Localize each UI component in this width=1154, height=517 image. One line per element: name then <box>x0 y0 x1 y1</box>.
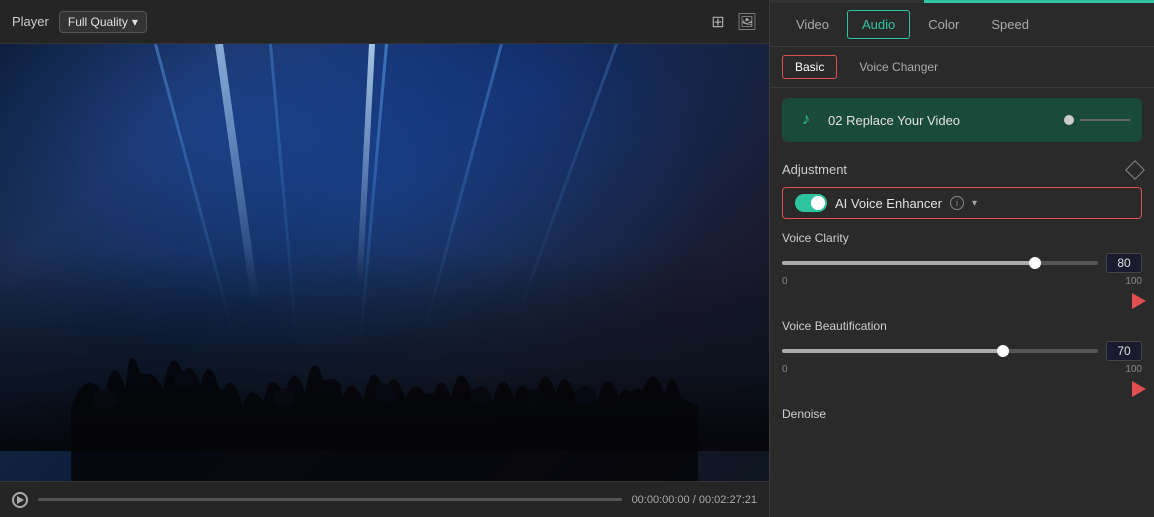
voice-clarity-value[interactable]: 80 <box>1106 253 1142 273</box>
red-arrow-beautification-icon <box>1132 381 1146 397</box>
ai-voice-info-icon[interactable]: i <box>950 196 964 210</box>
voice-clarity-slider-row: 80 <box>782 253 1142 273</box>
voice-beautification-minmax: 0 100 <box>782 364 1142 375</box>
red-arrow-clarity-icon <box>1132 293 1146 309</box>
time-display: 00:00:00:00 / 00:02:27:21 <box>632 494 757 506</box>
music-icon: ♪ <box>794 108 818 132</box>
tab-speed[interactable]: Speed <box>977 11 1043 38</box>
grid-view-icon[interactable]: ⊞ <box>711 12 724 32</box>
voice-clarity-fill <box>782 261 1035 265</box>
crowd-svg <box>0 197 769 481</box>
sub-tab-basic[interactable]: Basic <box>782 55 837 79</box>
ai-voice-chevron[interactable]: ▾ <box>972 198 977 209</box>
quality-chevron: ▾ <box>132 15 138 29</box>
time-separator: / <box>693 494 696 506</box>
track-volume-dot <box>1064 115 1074 125</box>
quality-value: Full Quality <box>68 15 128 29</box>
audio-track-item[interactable]: ♪ 02 Replace Your Video <box>782 98 1142 142</box>
tab-video[interactable]: Video <box>782 11 843 38</box>
ai-voice-toggle[interactable] <box>795 194 827 212</box>
voice-beautification-min: 0 <box>782 364 788 375</box>
player-toolbar: Player Full Quality ▾ ⊞ 🖼 <box>0 0 769 44</box>
play-button[interactable] <box>12 492 28 508</box>
adjustment-title: Adjustment <box>782 162 847 177</box>
top-progress-bg <box>770 0 1154 3</box>
voice-clarity-slider[interactable] <box>782 261 1098 265</box>
player-panel: Player Full Quality ▾ ⊞ 🖼 <box>0 0 769 517</box>
voice-clarity-minmax: 0 100 <box>782 276 1142 287</box>
toolbar-icons: ⊞ 🖼 <box>711 12 757 32</box>
denoise-label: Denoise <box>782 407 826 421</box>
sub-tab-voice-changer[interactable]: Voice Changer <box>847 56 950 78</box>
player-label: Player <box>12 14 49 29</box>
track-name: 02 Replace Your Video <box>828 113 1054 128</box>
voice-beautification-fill <box>782 349 1003 353</box>
tab-audio[interactable]: Audio <box>847 10 910 39</box>
track-volume-control[interactable] <box>1064 115 1130 125</box>
voice-clarity-max: 100 <box>1125 276 1142 287</box>
denoise-section: Denoise <box>770 399 1154 425</box>
voice-beautification-slider[interactable] <box>782 349 1098 353</box>
playback-bar: 00:00:00:00 / 00:02:27:21 <box>0 481 769 517</box>
video-background <box>0 44 769 481</box>
voice-clarity-thumb[interactable] <box>1029 257 1041 269</box>
voice-clarity-min: 0 <box>782 276 788 287</box>
quality-select[interactable]: Full Quality ▾ <box>59 11 147 33</box>
voice-beautification-max: 100 <box>1125 364 1142 375</box>
image-view-icon[interactable]: 🖼 <box>737 12 757 32</box>
voice-beautification-slider-row: 70 <box>782 341 1142 361</box>
right-panel: Video Audio Color Speed Basic Voice Chan… <box>769 0 1154 517</box>
voice-beautification-thumb[interactable] <box>997 345 1009 357</box>
voice-clarity-section: Voice Clarity 80 0 100 <box>770 223 1154 291</box>
main-layout: Player Full Quality ▾ ⊞ 🖼 <box>0 0 1154 517</box>
voice-beautification-label: Voice Beautification <box>782 319 1142 333</box>
tab-bar: Video Audio Color Speed <box>770 3 1154 47</box>
sub-tab-bar: Basic Voice Changer <box>770 47 1154 88</box>
diamond-icon[interactable] <box>1125 160 1145 180</box>
red-arrow-beautification <box>770 381 1154 397</box>
ai-voice-enhancer-row: AI Voice Enhancer i ▾ <box>782 187 1142 219</box>
time-total: 00:02:27:21 <box>699 494 757 506</box>
voice-beautification-value[interactable]: 70 <box>1106 341 1142 361</box>
voice-clarity-label: Voice Clarity <box>782 231 1142 245</box>
track-volume-line <box>1080 119 1130 121</box>
red-arrow-clarity <box>770 293 1154 309</box>
tab-color[interactable]: Color <box>914 11 973 38</box>
time-current: 00:00:00:00 <box>632 494 690 506</box>
adjustment-section: Adjustment <box>770 152 1154 183</box>
voice-beautification-section: Voice Beautification 70 0 100 <box>770 311 1154 379</box>
video-area <box>0 44 769 481</box>
top-progress-bar <box>924 0 1154 3</box>
ai-voice-label: AI Voice Enhancer <box>835 196 942 211</box>
timeline-bar[interactable] <box>38 498 622 501</box>
